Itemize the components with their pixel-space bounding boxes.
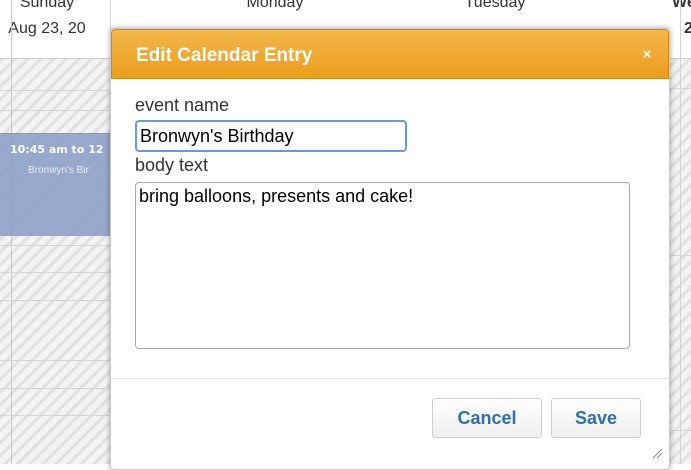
hour-line <box>0 110 120 111</box>
day-name: Wedn <box>672 0 691 12</box>
day-date: 2 <box>684 20 691 37</box>
hour-line <box>0 360 120 361</box>
hour-line <box>0 388 120 389</box>
event-name-input[interactable] <box>135 120 407 152</box>
day-name: Tuesday <box>464 0 526 11</box>
column-divider <box>680 0 681 464</box>
day-name: Monday <box>246 0 304 11</box>
hour-line <box>0 272 120 273</box>
hour-line <box>0 300 120 301</box>
resize-grip-icon[interactable] <box>651 447 663 459</box>
dialog-title: Edit Calendar Entry <box>136 45 313 66</box>
day-header-wednesday[interactable]: Wedn 2 <box>672 0 691 58</box>
body-text-area[interactable]: bring balloons, presents and cake! <box>135 182 630 349</box>
hour-line <box>0 415 120 416</box>
cancel-button[interactable]: Cancel <box>432 398 542 438</box>
event-title: Bronwyn's Bir <box>28 165 89 176</box>
day-name: Sunday <box>19 0 75 11</box>
hour-line <box>0 90 120 91</box>
close-icon[interactable]: × <box>638 46 656 64</box>
edit-calendar-entry-dialog: Edit Calendar Entry × event name body te… <box>110 28 670 470</box>
day-header-sunday[interactable]: Sunday Aug 23, 20 <box>0 0 112 58</box>
calendar-event[interactable]: 10:45 am to 12 Bronwyn's Bir <box>0 133 110 236</box>
day-date: Aug 23, 20 <box>8 20 86 37</box>
hour-line <box>0 245 120 246</box>
dialog-divider <box>111 378 669 379</box>
dialog-titlebar[interactable]: Edit Calendar Entry × <box>111 29 669 79</box>
event-time: 10:45 am to 12 <box>10 143 104 156</box>
save-button[interactable]: Save <box>551 398 641 438</box>
event-name-label: event name <box>135 95 230 115</box>
body-text-label: body text <box>135 155 209 175</box>
